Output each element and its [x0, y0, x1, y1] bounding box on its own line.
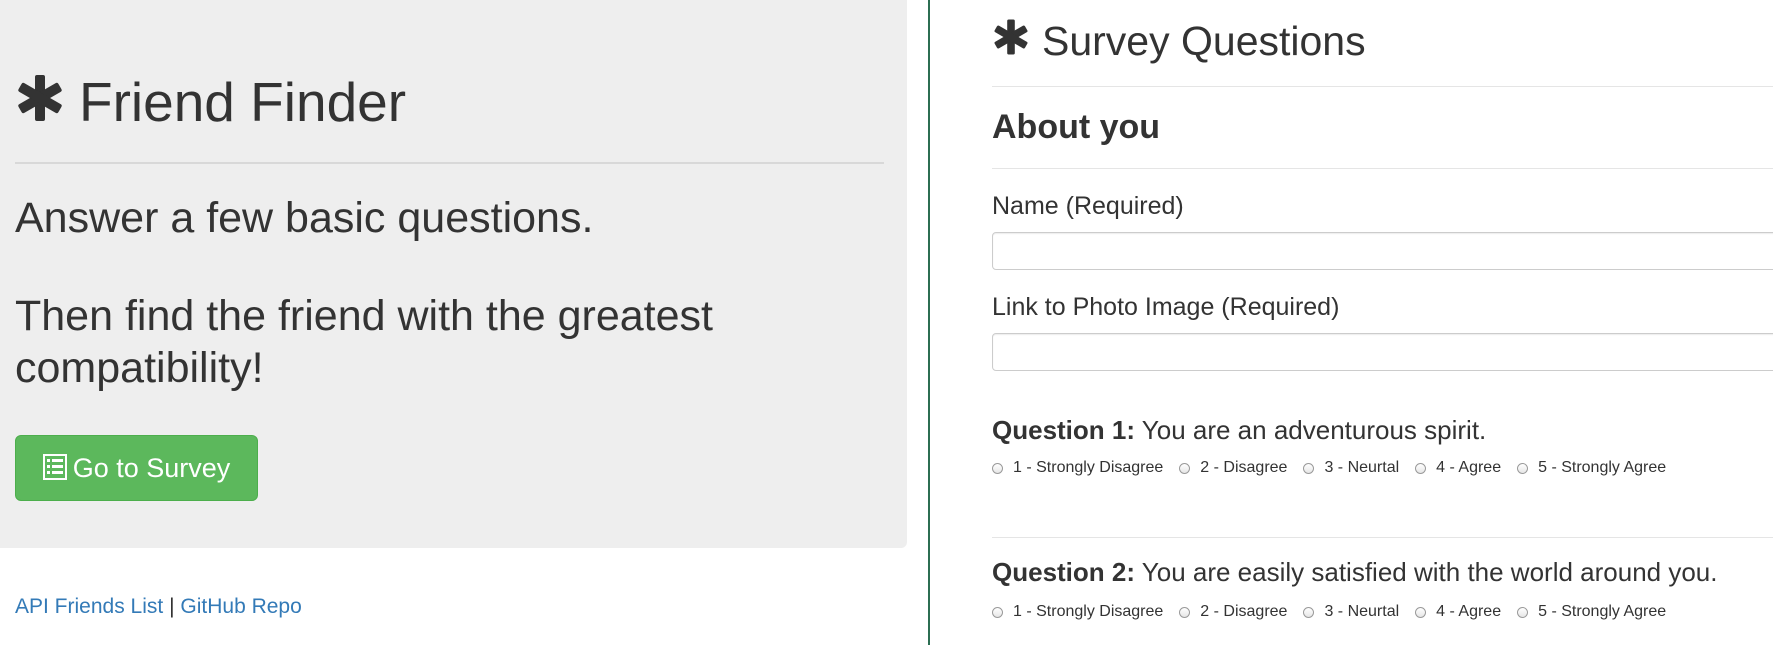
radio-button[interactable] — [992, 462, 1003, 474]
q1-option-5[interactable]: 5 - Strongly Agree — [1517, 458, 1666, 478]
lead-text-1: Answer a few basic questions. — [15, 194, 594, 242]
lead-text-2: Then find the friend with the greatest c… — [15, 292, 713, 392]
go-to-survey-label: Go to Survey — [72, 453, 231, 483]
question-2: Question 2: You are easily satisfied wit… — [992, 556, 1718, 588]
q1-option-2[interactable]: 2 - Disagree — [1179, 458, 1287, 478]
q1-option-2-label: 2 - Disagree — [1200, 459, 1288, 476]
q2-option-1-label: 1 - Strongly Disagree — [1013, 603, 1164, 620]
q1-option-4-label: 4 - Agree — [1436, 459, 1502, 476]
section-divider — [992, 168, 1773, 169]
right-pane: Survey Questions About you Name (Require… — [930, 0, 1773, 645]
survey-title: Survey Questions — [992, 16, 1366, 66]
question-1-text: You are an adventurous spirit. — [1141, 415, 1487, 445]
photo-link-label: Link to Photo Image (Required) — [992, 293, 1340, 321]
jumbotron: Friend Finder Answer a few basic questio… — [0, 0, 907, 548]
q2-option-5[interactable]: 5 - Strongly Agree — [1517, 602, 1666, 622]
name-label: Name (Required) — [992, 192, 1184, 220]
section-title-about-you: About you — [992, 108, 1161, 146]
question-1-prefix: Question 1: — [992, 415, 1136, 445]
q1-option-1[interactable]: 1 - Strongly Disagree — [992, 458, 1163, 478]
app-title-text: Friend Finder — [79, 71, 407, 133]
go-to-survey-button[interactable]: Go to Survey — [15, 435, 258, 501]
question-1-options: 1 - Strongly Disagree 2 - Disagree 3 - N… — [992, 458, 1682, 478]
question-divider — [992, 537, 1773, 538]
left-pane: Friend Finder Answer a few basic questio… — [0, 0, 929, 645]
question-2-options: 1 - Strongly Disagree 2 - Disagree 3 - N… — [992, 602, 1682, 622]
name-input[interactable] — [992, 232, 1773, 270]
q1-option-3-label: 3 - Neurtal — [1324, 459, 1400, 476]
github-repo-link[interactable]: GitHub Repo — [180, 595, 301, 618]
photo-link-input[interactable] — [992, 333, 1773, 371]
q2-option-4-label: 4 - Agree — [1436, 603, 1502, 620]
footer-separator: | — [169, 595, 175, 618]
question-2-prefix: Question 2: — [992, 557, 1136, 587]
radio-button[interactable] — [1517, 606, 1529, 618]
q2-option-1[interactable]: 1 - Strongly Disagree — [992, 602, 1163, 622]
asterisk-icon — [18, 75, 62, 121]
radio-button[interactable] — [1415, 606, 1427, 618]
survey-title-divider — [992, 86, 1773, 87]
survey-title-text: Survey Questions — [1042, 18, 1366, 64]
q1-option-5-label: 5 - Strongly Agree — [1538, 459, 1667, 476]
radio-button[interactable] — [992, 606, 1003, 618]
page: Friend Finder Answer a few basic questio… — [0, 0, 1773, 645]
question-2-text: You are easily satisfied with the world … — [1141, 557, 1718, 587]
q2-option-2[interactable]: 2 - Disagree — [1179, 602, 1287, 622]
q1-option-3[interactable]: 3 - Neurtal — [1303, 458, 1399, 478]
question-1: Question 1: You are an adventurous spiri… — [992, 414, 1486, 446]
radio-button[interactable] — [1179, 606, 1191, 618]
radio-button[interactable] — [1517, 462, 1529, 474]
q2-option-4[interactable]: 4 - Agree — [1415, 602, 1501, 622]
q2-option-5-label: 5 - Strongly Agree — [1538, 603, 1667, 620]
app-title: Friend Finder — [15, 66, 406, 138]
radio-button[interactable] — [1415, 462, 1427, 474]
q2-option-2-label: 2 - Disagree — [1200, 603, 1288, 620]
list-icon — [42, 454, 67, 480]
jumbotron-divider — [15, 162, 884, 164]
radio-button[interactable] — [1303, 606, 1315, 618]
q2-option-3[interactable]: 3 - Neurtal — [1303, 602, 1399, 622]
q1-option-1-label: 1 - Strongly Disagree — [1013, 459, 1164, 476]
asterisk-icon — [994, 19, 1028, 55]
q2-option-3-label: 3 - Neurtal — [1324, 603, 1400, 620]
radio-button[interactable] — [1303, 462, 1315, 474]
footer-links: API Friends List | GitHub Repo — [15, 594, 302, 620]
api-friends-list-link[interactable]: API Friends List — [15, 595, 163, 618]
q1-option-4[interactable]: 4 - Agree — [1415, 458, 1501, 478]
radio-button[interactable] — [1179, 462, 1191, 474]
